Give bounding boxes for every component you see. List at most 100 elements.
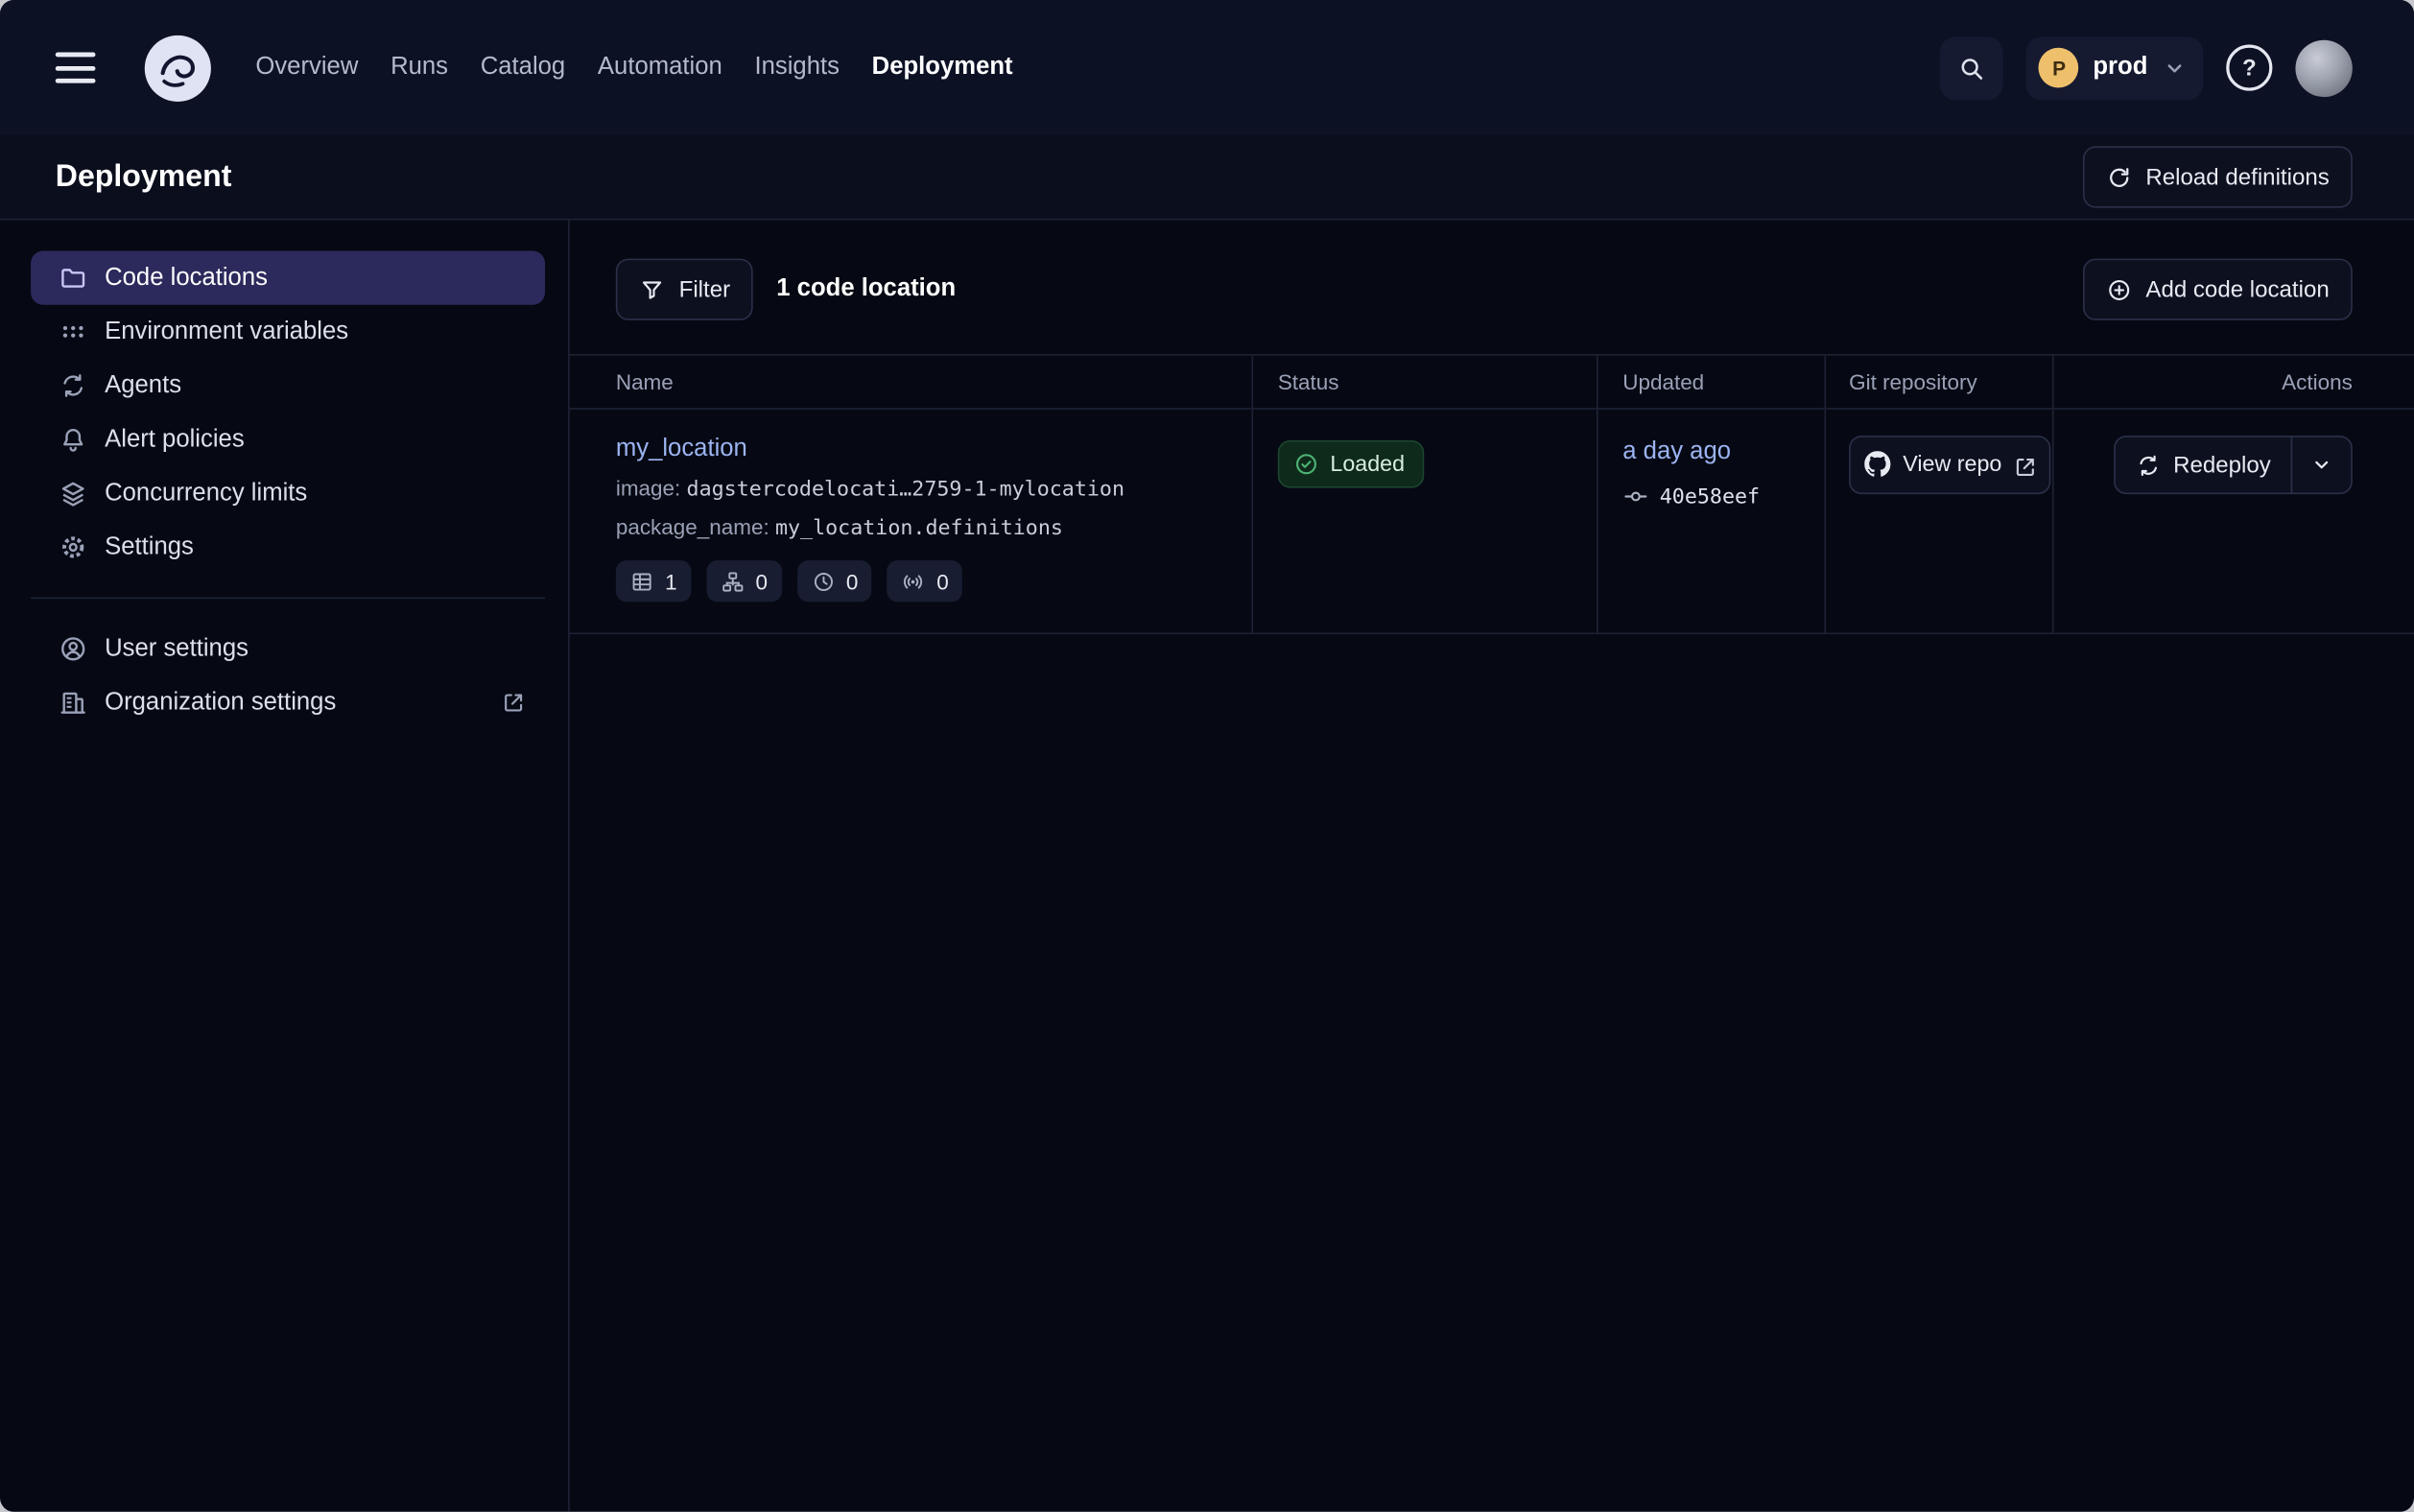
toolbar: Filter 1 code location Add code location xyxy=(616,259,2353,320)
help-button[interactable]: ? xyxy=(2226,45,2272,91)
status-label: Loaded xyxy=(1330,452,1405,477)
external-link-icon xyxy=(2013,454,2036,477)
sidebar-item-code-locations[interactable]: Code locations xyxy=(31,251,545,305)
menu-icon[interactable] xyxy=(56,53,96,83)
deployment-name: prod xyxy=(2093,54,2147,82)
page-title: Deployment xyxy=(56,159,232,195)
sidebar-item-concurrency-limits[interactable]: Concurrency limits xyxy=(31,466,545,520)
definition-count-chips: 1 0 xyxy=(616,560,1252,602)
job-count-chip: 0 xyxy=(706,560,781,602)
column-header-status: Status xyxy=(1253,356,1598,409)
schedule-clock-icon xyxy=(811,569,836,594)
nav-item-runs[interactable]: Runs xyxy=(390,54,448,82)
sidebar-item-label: Organization settings xyxy=(105,689,336,717)
sidebar-item-label: Agents xyxy=(105,372,181,400)
sidebar-item-environment-variables[interactable]: Environment variables xyxy=(31,305,545,359)
asset-count: 1 xyxy=(665,569,677,594)
reload-icon xyxy=(2106,164,2132,190)
job-graph-icon xyxy=(721,569,746,594)
github-icon xyxy=(1864,451,1892,479)
chevron-down-icon xyxy=(2162,55,2188,81)
nav-item-overview[interactable]: Overview xyxy=(255,54,358,82)
code-location-count: 1 code location xyxy=(776,275,956,303)
updated-link[interactable]: a day ago xyxy=(1622,438,1731,466)
asset-count-chip: 1 xyxy=(616,560,691,602)
external-link-icon xyxy=(500,690,526,716)
git-repository-cell: View repo xyxy=(1826,410,2053,633)
view-repo-label: View repo xyxy=(1903,453,2001,478)
sidebar-item-organization-settings[interactable]: Organization settings xyxy=(31,675,545,729)
asset-table-icon xyxy=(629,569,654,594)
search-icon xyxy=(1957,53,1986,82)
status-badge: Loaded xyxy=(1278,440,1425,488)
dagster-deployment-page: Overview Runs Catalog Automation Insight… xyxy=(0,0,2414,1512)
folder-icon xyxy=(59,263,87,292)
sidebar-item-user-settings[interactable]: User settings xyxy=(31,622,545,675)
sensor-count: 0 xyxy=(936,569,949,594)
name-cell: my_location image: dagstercodelocati…275… xyxy=(570,410,1253,633)
package-value: my_location.definitions xyxy=(775,516,1063,541)
check-circle-icon xyxy=(1293,451,1319,477)
sidebar-item-label: Settings xyxy=(105,533,194,561)
sync-icon xyxy=(59,371,87,400)
reload-definitions-label: Reload definitions xyxy=(2145,164,2329,190)
filter-label: Filter xyxy=(679,276,731,302)
settings-sidebar: Code locations Environment variables Age… xyxy=(0,220,570,1511)
nav-item-insights[interactable]: Insights xyxy=(754,54,839,82)
reload-definitions-button[interactable]: Reload definitions xyxy=(2083,146,2353,207)
bell-icon xyxy=(59,425,87,454)
add-code-location-button[interactable]: Add code location xyxy=(2083,259,2353,320)
chevron-down-icon xyxy=(2309,453,2334,478)
commit-line: 40e58eef xyxy=(1622,484,1824,509)
commit-icon xyxy=(1622,484,1648,509)
schedule-count-chip: 0 xyxy=(797,560,872,602)
job-count: 0 xyxy=(756,569,769,594)
column-header-updated: Updated xyxy=(1598,356,1826,409)
filter-button[interactable]: Filter xyxy=(616,259,753,320)
package-label: package_name: xyxy=(616,514,769,539)
sidebar-item-label: Code locations xyxy=(105,264,268,292)
layers-icon xyxy=(59,479,87,508)
nav-item-catalog[interactable]: Catalog xyxy=(481,54,566,82)
navbar-right-cluster: P prod ? xyxy=(1941,36,2353,100)
column-header-name: Name xyxy=(570,356,1253,409)
gear-icon xyxy=(59,532,87,561)
search-button[interactable] xyxy=(1941,36,2004,100)
column-header-actions: Actions xyxy=(2054,356,2414,409)
primary-nav: Overview Runs Catalog Automation Insight… xyxy=(255,54,1012,82)
variables-icon xyxy=(59,318,87,346)
dagster-logo-icon[interactable] xyxy=(142,32,214,104)
sidebar-item-label: Environment variables xyxy=(105,318,348,345)
code-locations-panel: Filter 1 code location Add code location… xyxy=(570,220,2414,1511)
sidebar-item-alert-policies[interactable]: Alert policies xyxy=(31,413,545,466)
sensor-signal-icon xyxy=(901,569,926,594)
sidebar-item-agents[interactable]: Agents xyxy=(31,359,545,413)
code-location-link[interactable]: my_location xyxy=(616,436,747,463)
column-header-git-repository: Git repository xyxy=(1826,356,2053,409)
user-avatar[interactable] xyxy=(2295,39,2352,96)
image-value: dagstercodelocati…2759-1-mylocation xyxy=(687,477,1124,502)
help-icon: ? xyxy=(2242,57,2257,80)
image-label: image: xyxy=(616,476,680,501)
view-repo-button[interactable]: View repo xyxy=(1849,436,2051,494)
sidebar-item-settings[interactable]: Settings xyxy=(31,520,545,574)
redeploy-menu-button[interactable] xyxy=(2291,436,2353,494)
building-icon xyxy=(59,688,87,717)
deployment-switcher[interactable]: P prod xyxy=(2026,36,2203,100)
nav-item-automation[interactable]: Automation xyxy=(598,54,722,82)
redeploy-button[interactable]: Redeploy xyxy=(2113,436,2292,494)
commit-hash: 40e58eef xyxy=(1660,484,1760,509)
deployment-badge: P xyxy=(2039,48,2079,88)
table-row: my_location image: dagstercodelocati…275… xyxy=(570,410,2414,634)
status-cell: Loaded xyxy=(1253,410,1598,633)
code-locations-table: Name Status Updated Git repository Actio… xyxy=(570,354,2414,634)
nav-item-deployment[interactable]: Deployment xyxy=(872,54,1013,82)
sidebar-item-label: Concurrency limits xyxy=(105,480,307,508)
redeploy-split-button: Redeploy xyxy=(2113,436,2352,494)
plus-circle-icon xyxy=(2106,276,2132,302)
redeploy-label: Redeploy xyxy=(2173,452,2271,478)
actions-cell: Redeploy xyxy=(2054,410,2414,633)
redeploy-refresh-icon xyxy=(2135,452,2161,478)
page-header: Deployment Reload definitions xyxy=(0,135,2414,220)
schedule-count: 0 xyxy=(846,569,859,594)
